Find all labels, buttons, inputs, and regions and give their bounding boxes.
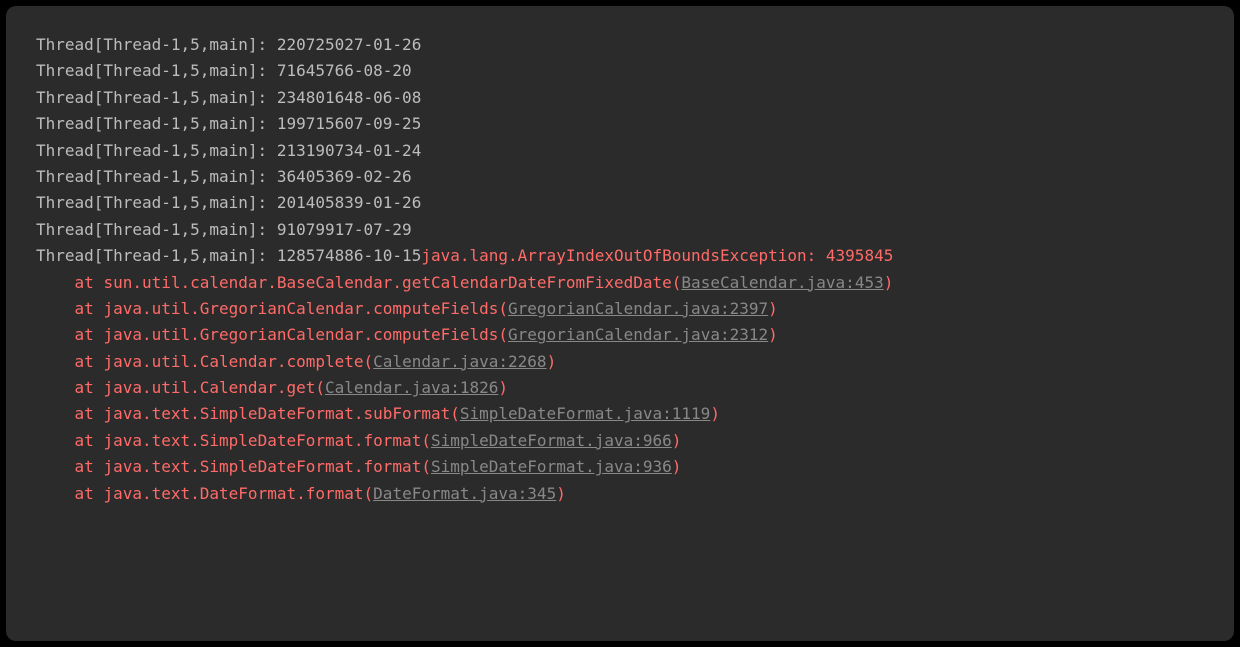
- log-value: 213190734-01-24: [277, 141, 422, 160]
- source-link[interactable]: BaseCalendar.java:453: [681, 273, 883, 292]
- at-keyword: at: [75, 457, 104, 476]
- stack-indent: [36, 404, 75, 423]
- stack-method: java.text.SimpleDateFormat.format: [103, 457, 421, 476]
- source-link[interactable]: GregorianCalendar.java:2312: [508, 325, 768, 344]
- open-paren: (: [364, 352, 374, 371]
- close-paren: ): [556, 484, 566, 503]
- stack-method: java.util.GregorianCalendar.computeField…: [103, 325, 498, 344]
- open-paren: (: [315, 378, 325, 397]
- log-value: 36405369-02-26: [277, 167, 412, 186]
- stack-indent: [36, 484, 75, 503]
- at-keyword: at: [75, 299, 104, 318]
- stack-frame: at sun.util.calendar.BaseCalendar.getCal…: [36, 270, 1204, 296]
- source-link[interactable]: Calendar.java:1826: [325, 378, 498, 397]
- close-paren: ): [884, 273, 894, 292]
- at-keyword: at: [75, 325, 104, 344]
- close-paren: ): [710, 404, 720, 423]
- stack-indent: [36, 273, 75, 292]
- stack-frame: at java.text.SimpleDateFormat.format(Sim…: [36, 428, 1204, 454]
- log-value: 201405839-01-26: [277, 193, 422, 212]
- console-output: Thread[Thread-1,5,main]: 220725027-01-26…: [6, 6, 1234, 641]
- open-paren: (: [498, 299, 508, 318]
- thread-prefix: Thread[Thread-1,5,main]:: [36, 193, 277, 212]
- source-link[interactable]: SimpleDateFormat.java:1119: [460, 404, 710, 423]
- source-link[interactable]: GregorianCalendar.java:2397: [508, 299, 768, 318]
- log-value: 128574886-10-15: [277, 246, 422, 265]
- stack-frame: at java.util.Calendar.get(Calendar.java:…: [36, 375, 1204, 401]
- source-link[interactable]: SimpleDateFormat.java:936: [431, 457, 672, 476]
- thread-prefix: Thread[Thread-1,5,main]:: [36, 246, 277, 265]
- log-value: 91079917-07-29: [277, 220, 412, 239]
- close-paren: ): [547, 352, 557, 371]
- close-paren: ): [768, 299, 778, 318]
- at-keyword: at: [75, 431, 104, 450]
- log-line: Thread[Thread-1,5,main]: 91079917-07-29: [36, 217, 1204, 243]
- log-value: 71645766-08-20: [277, 61, 412, 80]
- open-paren: (: [421, 431, 431, 450]
- at-keyword: at: [75, 404, 104, 423]
- stack-indent: [36, 431, 75, 450]
- log-line: Thread[Thread-1,5,main]: 220725027-01-26: [36, 32, 1204, 58]
- open-paren: (: [498, 325, 508, 344]
- close-paren: ): [768, 325, 778, 344]
- thread-prefix: Thread[Thread-1,5,main]:: [36, 167, 277, 186]
- log-value: 234801648-06-08: [277, 88, 422, 107]
- log-line: Thread[Thread-1,5,main]: 201405839-01-26: [36, 190, 1204, 216]
- stack-indent: [36, 457, 75, 476]
- stack-method: java.text.SimpleDateFormat.subFormat: [103, 404, 450, 423]
- thread-prefix: Thread[Thread-1,5,main]:: [36, 35, 277, 54]
- stack-method: java.util.Calendar.complete: [103, 352, 363, 371]
- open-paren: (: [672, 273, 682, 292]
- thread-prefix: Thread[Thread-1,5,main]:: [36, 61, 277, 80]
- open-paren: (: [421, 457, 431, 476]
- log-line: Thread[Thread-1,5,main]: 71645766-08-20: [36, 58, 1204, 84]
- log-line: Thread[Thread-1,5,main]: 234801648-06-08: [36, 85, 1204, 111]
- log-value: 199715607-09-25: [277, 114, 422, 133]
- final-log-line: Thread[Thread-1,5,main]: 128574886-10-15…: [36, 243, 1204, 269]
- log-line: Thread[Thread-1,5,main]: 36405369-02-26: [36, 164, 1204, 190]
- thread-prefix: Thread[Thread-1,5,main]:: [36, 220, 277, 239]
- stack-indent: [36, 352, 75, 371]
- close-paren: ): [672, 431, 682, 450]
- exception-message: java.lang.ArrayIndexOutOfBoundsException…: [421, 246, 893, 265]
- at-keyword: at: [75, 484, 104, 503]
- at-keyword: at: [75, 352, 104, 371]
- log-line: Thread[Thread-1,5,main]: 199715607-09-25: [36, 111, 1204, 137]
- log-value: 220725027-01-26: [277, 35, 422, 54]
- thread-prefix: Thread[Thread-1,5,main]:: [36, 88, 277, 107]
- stack-method: java.util.Calendar.get: [103, 378, 315, 397]
- stack-indent: [36, 299, 75, 318]
- stack-frame: at java.util.GregorianCalendar.computeFi…: [36, 322, 1204, 348]
- stack-method: java.text.DateFormat.format: [103, 484, 363, 503]
- stack-frame: at java.text.DateFormat.format(DateForma…: [36, 481, 1204, 507]
- log-line: Thread[Thread-1,5,main]: 213190734-01-24: [36, 138, 1204, 164]
- thread-prefix: Thread[Thread-1,5,main]:: [36, 114, 277, 133]
- stack-frame: at java.util.GregorianCalendar.computeFi…: [36, 296, 1204, 322]
- source-link[interactable]: SimpleDateFormat.java:966: [431, 431, 672, 450]
- stack-frame: at java.text.SimpleDateFormat.subFormat(…: [36, 401, 1204, 427]
- open-paren: (: [364, 484, 374, 503]
- stack-method: java.text.SimpleDateFormat.format: [103, 431, 421, 450]
- at-keyword: at: [75, 273, 104, 292]
- stack-indent: [36, 378, 75, 397]
- at-keyword: at: [75, 378, 104, 397]
- thread-prefix: Thread[Thread-1,5,main]:: [36, 141, 277, 160]
- stack-frame: at java.util.Calendar.complete(Calendar.…: [36, 349, 1204, 375]
- stack-indent: [36, 325, 75, 344]
- source-link[interactable]: DateFormat.java:345: [373, 484, 556, 503]
- stack-method: sun.util.calendar.BaseCalendar.getCalend…: [103, 273, 671, 292]
- source-link[interactable]: Calendar.java:2268: [373, 352, 546, 371]
- close-paren: ): [498, 378, 508, 397]
- stack-method: java.util.GregorianCalendar.computeField…: [103, 299, 498, 318]
- close-paren: ): [672, 457, 682, 476]
- stack-frame: at java.text.SimpleDateFormat.format(Sim…: [36, 454, 1204, 480]
- open-paren: (: [450, 404, 460, 423]
